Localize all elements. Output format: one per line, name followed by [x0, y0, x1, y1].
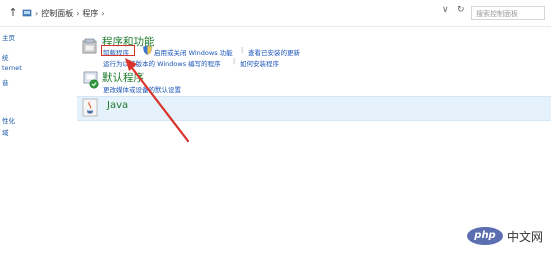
red-arrow-annotation: [125, 58, 190, 143]
watermark-text: 中文网: [507, 229, 544, 244]
watermark: php 中文网: [467, 227, 543, 245]
php-logo: php: [467, 227, 503, 245]
